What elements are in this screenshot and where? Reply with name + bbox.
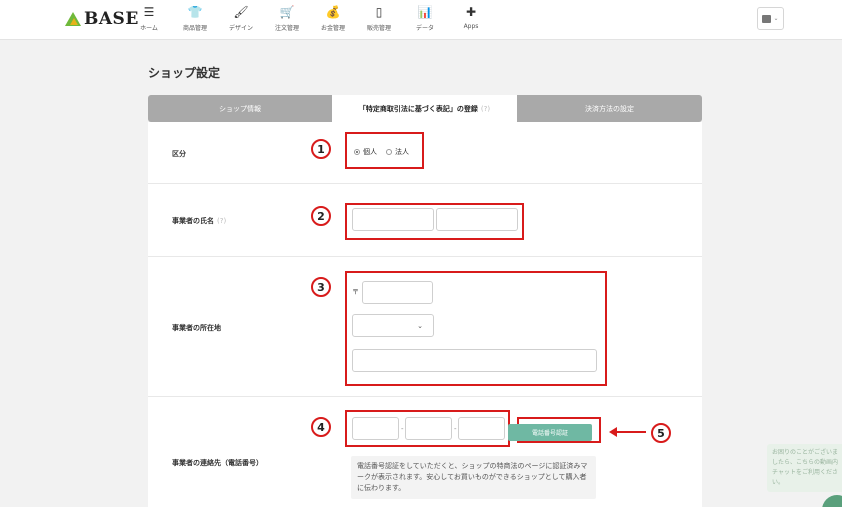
nav-design-label: デザイン	[228, 25, 253, 32]
chevron-down-icon: ⌄	[773, 15, 779, 22]
chevron-down-icon: ⌄	[417, 321, 423, 330]
radio-corporation-label: 法人	[395, 148, 409, 156]
logo-mark-icon	[65, 12, 81, 26]
nav-design[interactable]: 🖌 デザイン	[218, 4, 264, 32]
nav-money[interactable]: 💰 お金管理	[310, 4, 356, 32]
annotation-1: 1	[311, 139, 331, 159]
postal-mark: 〒	[352, 288, 359, 296]
radio-corporation[interactable]: 法人	[386, 147, 409, 157]
pointer-arrow-icon	[609, 427, 646, 437]
phone-row: 事業者の連絡先（電話番号） 4 - - 電話番号認証 5 電話番号認証をしていた…	[148, 397, 702, 507]
tab-tokushoho[interactable]: 「特定商取引法に基づく表記」の登録 (?)	[332, 95, 517, 122]
home-icon: ☰	[143, 5, 155, 19]
annotation-5: 5	[651, 423, 671, 443]
prefecture-select[interactable]: ⌄	[352, 314, 434, 337]
tab-payment[interactable]: 決済方法の設定	[517, 95, 702, 122]
name-label-text: 事業者の氏名	[172, 217, 214, 225]
shirt-icon: 👕	[187, 5, 203, 19]
tab-tokushoho-label: 「特定商取引法に基づく表記」の登録	[358, 104, 478, 113]
page-title: ショップ設定	[148, 66, 221, 80]
brush-icon: 🖌	[233, 5, 249, 19]
shop-switcher-button[interactable]: ⌄	[757, 7, 784, 30]
last-name-input[interactable]	[352, 208, 434, 231]
settings-tabs: ショップ情報 「特定商取引法に基づく表記」の登録 (?) 決済方法の設定	[148, 95, 702, 122]
tokushoho-form: 区分 1 個人 法人 事業者の氏名 (?) 2 事業者の所在地 3 〒 ⌄ 事業者…	[148, 122, 702, 507]
phone-part2-input[interactable]	[405, 417, 452, 440]
money-bag-icon: 💰	[325, 5, 341, 19]
nav-home-label: ホーム	[140, 25, 158, 32]
nav-apps-label: Apps	[463, 23, 479, 30]
phone-verify-info: 電話番号認証をしていただくと、ショップの特商法のページに認証済みマークが表示され…	[351, 456, 596, 499]
radio-individual-label: 個人	[363, 148, 377, 156]
tab-shop-info[interactable]: ショップ情報	[148, 95, 332, 122]
annotation-4: 4	[311, 417, 331, 437]
category-label: 区分	[172, 150, 186, 158]
nav-data[interactable]: 📊 データ	[402, 4, 448, 32]
radio-checked-icon	[354, 149, 360, 155]
name-row: 事業者の氏名 (?) 2	[148, 184, 702, 257]
bar-chart-icon: 📊	[417, 5, 433, 19]
chat-help-bubble[interactable]: お困りのことがございましたら、こちらの動画内チャットをご利用ください。	[767, 444, 842, 492]
store-icon	[762, 14, 772, 23]
phone-separator: -	[454, 425, 457, 433]
nav-sales-label: 販売管理	[366, 25, 391, 32]
nav-apps[interactable]: ✚ Apps	[448, 4, 494, 32]
nav-orders[interactable]: 🛒 注文管理	[264, 4, 310, 32]
name-help-icon[interactable]: (?)	[217, 217, 226, 225]
phone-label: 事業者の連絡先（電話番号）	[172, 459, 263, 467]
address-line-input[interactable]	[352, 349, 597, 372]
annotation-3: 3	[311, 277, 331, 297]
puzzle-icon: ✚	[465, 5, 477, 19]
radio-unchecked-icon	[386, 149, 392, 155]
top-navigation-bar: BASE ☰ ホーム 👕 商品管理 🖌 デザイン 🛒 注文管理 💰 お金管理 ▯ 販売管理 …	[0, 0, 842, 40]
annotation-2: 2	[311, 206, 331, 226]
radio-individual[interactable]: 個人	[354, 147, 377, 157]
nav-orders-label: 注文管理	[274, 25, 299, 32]
phone-part3-input[interactable]	[458, 417, 505, 440]
name-label: 事業者の氏名 (?)	[172, 216, 226, 226]
help-icon[interactable]: (?)	[481, 105, 490, 113]
cart-icon: 🛒	[279, 5, 295, 19]
category-radio-group: 個人 法人	[354, 147, 409, 157]
category-row: 区分 1 個人 法人	[148, 122, 702, 184]
nav-items-label: 商品管理	[182, 25, 207, 32]
nav-items[interactable]: 👕 商品管理	[172, 4, 218, 32]
address-label: 事業者の所在地	[172, 324, 221, 332]
address-row: 事業者の所在地 3 〒 ⌄	[148, 257, 702, 397]
nav-data-label: データ	[415, 25, 434, 32]
phone-verify-button[interactable]: 電話番号認証	[508, 424, 592, 441]
nav-home[interactable]: ☰ ホーム	[126, 4, 172, 32]
phone-separator: -	[401, 425, 404, 433]
chat-launcher-icon[interactable]	[822, 495, 842, 507]
first-name-input[interactable]	[436, 208, 518, 231]
phone-part1-input[interactable]	[352, 417, 399, 440]
nav-money-label: お金管理	[320, 25, 345, 32]
phone-icon: ▯	[375, 5, 383, 19]
nav-sales[interactable]: ▯ 販売管理	[356, 4, 402, 32]
main-nav: ☰ ホーム 👕 商品管理 🖌 デザイン 🛒 注文管理 💰 お金管理 ▯ 販売管理 📊 データ …	[126, 4, 494, 32]
postal-code-input[interactable]	[362, 281, 433, 304]
